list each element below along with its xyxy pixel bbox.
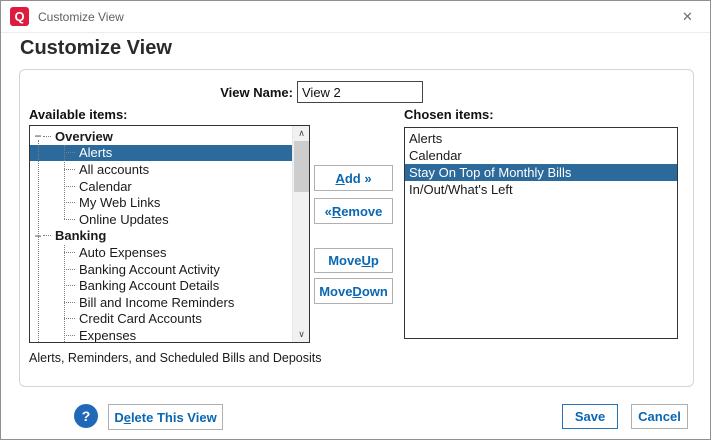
tree-item[interactable]: Calendar	[30, 178, 292, 195]
remove-button[interactable]: « Remove	[314, 198, 393, 224]
tree-connector	[43, 136, 51, 137]
tree-connector	[64, 285, 75, 286]
scrollbar-thumb[interactable]	[294, 141, 309, 192]
tree-line	[64, 145, 65, 219]
tree-line	[64, 245, 65, 342]
save-button[interactable]: Save	[562, 404, 618, 429]
tree-item[interactable]: All accounts	[30, 161, 292, 178]
tree-connector	[64, 186, 75, 187]
tree-item[interactable]: Bill and Income Reminders	[30, 294, 292, 311]
tree-connector	[64, 202, 75, 203]
delete-view-button[interactable]: Delete This View	[108, 404, 223, 430]
tree-connector	[64, 269, 75, 270]
scroll-down-icon[interactable]: ∨	[293, 327, 310, 342]
tree-connector	[64, 252, 75, 253]
move-up-button[interactable]: Move Up	[314, 248, 393, 273]
list-item[interactable]: In/Out/What's Left	[405, 181, 677, 198]
available-items-tree: − Overview Alerts All accounts Calendar …	[30, 128, 292, 342]
window-title: Customize View	[38, 10, 124, 24]
add-button[interactable]: Add »	[314, 165, 393, 191]
tree-item[interactable]: Credit Card Accounts	[30, 311, 292, 328]
available-items-list[interactable]: − Overview Alerts All accounts Calendar …	[29, 125, 310, 343]
tree-item[interactable]: Online Updates	[30, 211, 292, 228]
item-description: Alerts, Reminders, and Scheduled Bills a…	[29, 351, 322, 365]
tree-connector	[64, 169, 75, 170]
list-item[interactable]: Alerts	[405, 130, 677, 147]
page-title: Customize View	[20, 37, 172, 60]
title-bar: Q Customize View ✕	[1, 1, 710, 33]
close-icon[interactable]: ✕	[665, 1, 710, 32]
list-item[interactable]: Stay On Top of Monthly Bills	[405, 164, 677, 181]
customize-view-dialog: Q Customize View ✕ Customize View View N…	[0, 0, 711, 440]
tree-item[interactable]: My Web Links	[30, 194, 292, 211]
tree-item[interactable]: Expenses	[30, 327, 292, 343]
tree-item[interactable]: Alerts	[30, 145, 292, 162]
view-name-label: View Name:	[161, 85, 293, 100]
tree-item[interactable]: − Overview	[30, 128, 292, 145]
quicken-logo-icon: Q	[10, 7, 29, 26]
chosen-items-label: Chosen items:	[404, 107, 494, 122]
tree-item[interactable]: Banking Account Activity	[30, 261, 292, 278]
tree-item[interactable]: Auto Expenses	[30, 244, 292, 261]
tree-connector	[64, 219, 75, 220]
tree-item[interactable]: − Banking	[30, 228, 292, 245]
chosen-items-list[interactable]: Alerts Calendar Stay On Top of Monthly B…	[404, 127, 678, 339]
tree-line	[38, 140, 39, 342]
tree-connector	[64, 318, 75, 319]
move-down-button[interactable]: Move Down	[314, 278, 393, 304]
tree-item[interactable]: Banking Account Details	[30, 277, 292, 294]
available-list-scrollbar[interactable]: ∧ ∨	[292, 126, 309, 342]
available-items-label: Available items:	[29, 107, 128, 122]
list-item[interactable]: Calendar	[405, 147, 677, 164]
help-icon[interactable]: ?	[74, 404, 98, 428]
cancel-button[interactable]: Cancel	[631, 404, 688, 429]
tree-connector	[64, 335, 75, 336]
tree-connector	[43, 235, 51, 236]
scroll-up-icon[interactable]: ∧	[293, 126, 310, 141]
view-name-input[interactable]	[297, 81, 423, 103]
tree-connector	[64, 152, 75, 153]
tree-connector	[64, 302, 75, 303]
